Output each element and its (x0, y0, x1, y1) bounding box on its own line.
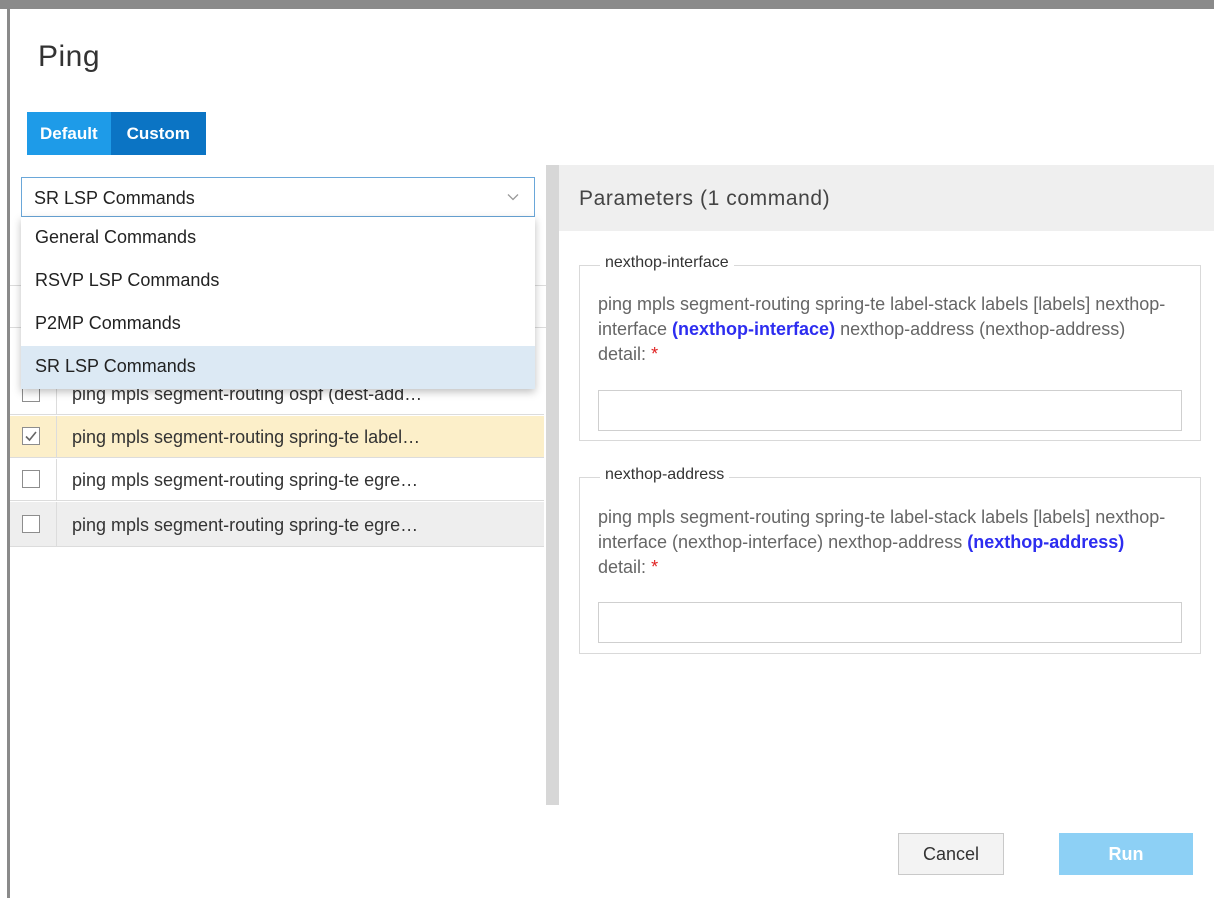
command-row[interactable]: ping mpls segment-routing spring-te egre… (10, 502, 544, 547)
desc-text: detail: (598, 557, 647, 577)
parameter-description: ping mpls segment-routing spring-te labe… (598, 292, 1168, 367)
checkbox-cell (10, 416, 57, 457)
command-text: ping mpls segment-routing spring-te labe… (72, 427, 421, 447)
parameters-header: Parameters (1 command) (559, 165, 1214, 231)
command-type-select[interactable]: SR LSP Commands (21, 177, 535, 217)
nexthop-interface-fieldset: nexthop-interface ping mpls segment-rout… (579, 254, 1201, 441)
nexthop-address-fieldset: nexthop-address ping mpls segment-routin… (579, 466, 1201, 654)
parameters-title: Parameters (1 command) (579, 187, 831, 210)
nexthop-address-input[interactable] (598, 602, 1182, 643)
command-type-dropdown: General Commands RSVP LSP Commands P2MP … (21, 217, 535, 389)
dialog-title: Ping (38, 40, 101, 73)
dropdown-option-rsvp-lsp[interactable]: RSVP LSP Commands (21, 260, 535, 303)
command-text: ping mpls segment-routing spring-te egre… (72, 515, 419, 535)
run-button[interactable]: Run (1059, 833, 1193, 875)
checkbox-cell (10, 459, 57, 500)
window-frame-top (0, 0, 1214, 9)
command-type-selected-value: SR LSP Commands (34, 188, 195, 208)
desc-highlight: (nexthop-interface) (672, 319, 836, 339)
pane-splitter[interactable] (546, 165, 559, 805)
row-checkbox[interactable] (22, 470, 40, 488)
default-mode-button[interactable]: Default (27, 112, 111, 155)
dropdown-option-sr-lsp[interactable]: SR LSP Commands (21, 346, 535, 389)
checkbox-cell (10, 502, 57, 546)
row-checkbox-checked[interactable] (22, 427, 40, 445)
command-row[interactable]: ping mpls segment-routing spring-te egre… (10, 459, 544, 501)
command-row-selected[interactable]: ping mpls segment-routing spring-te labe… (10, 416, 544, 458)
cancel-button[interactable]: Cancel (898, 833, 1004, 875)
fieldset-legend: nexthop-interface (600, 254, 734, 272)
row-checkbox[interactable] (22, 515, 40, 533)
fieldset-legend: nexthop-address (600, 466, 730, 484)
command-text: ping mpls segment-routing spring-te egre… (72, 470, 419, 490)
desc-highlight: (nexthop-address) (967, 532, 1125, 552)
nexthop-interface-input[interactable] (598, 390, 1182, 431)
required-marker: * (651, 344, 659, 364)
parameter-description: ping mpls segment-routing spring-te labe… (598, 505, 1168, 580)
required-marker: * (651, 557, 659, 577)
dropdown-option-general[interactable]: General Commands (21, 217, 535, 260)
checkmark-icon (25, 431, 37, 442)
chevron-down-icon (507, 194, 519, 201)
custom-mode-button[interactable]: Custom (110, 112, 206, 155)
dropdown-option-p2mp[interactable]: P2MP Commands (21, 303, 535, 346)
mode-toggle: Default Custom (27, 112, 206, 155)
